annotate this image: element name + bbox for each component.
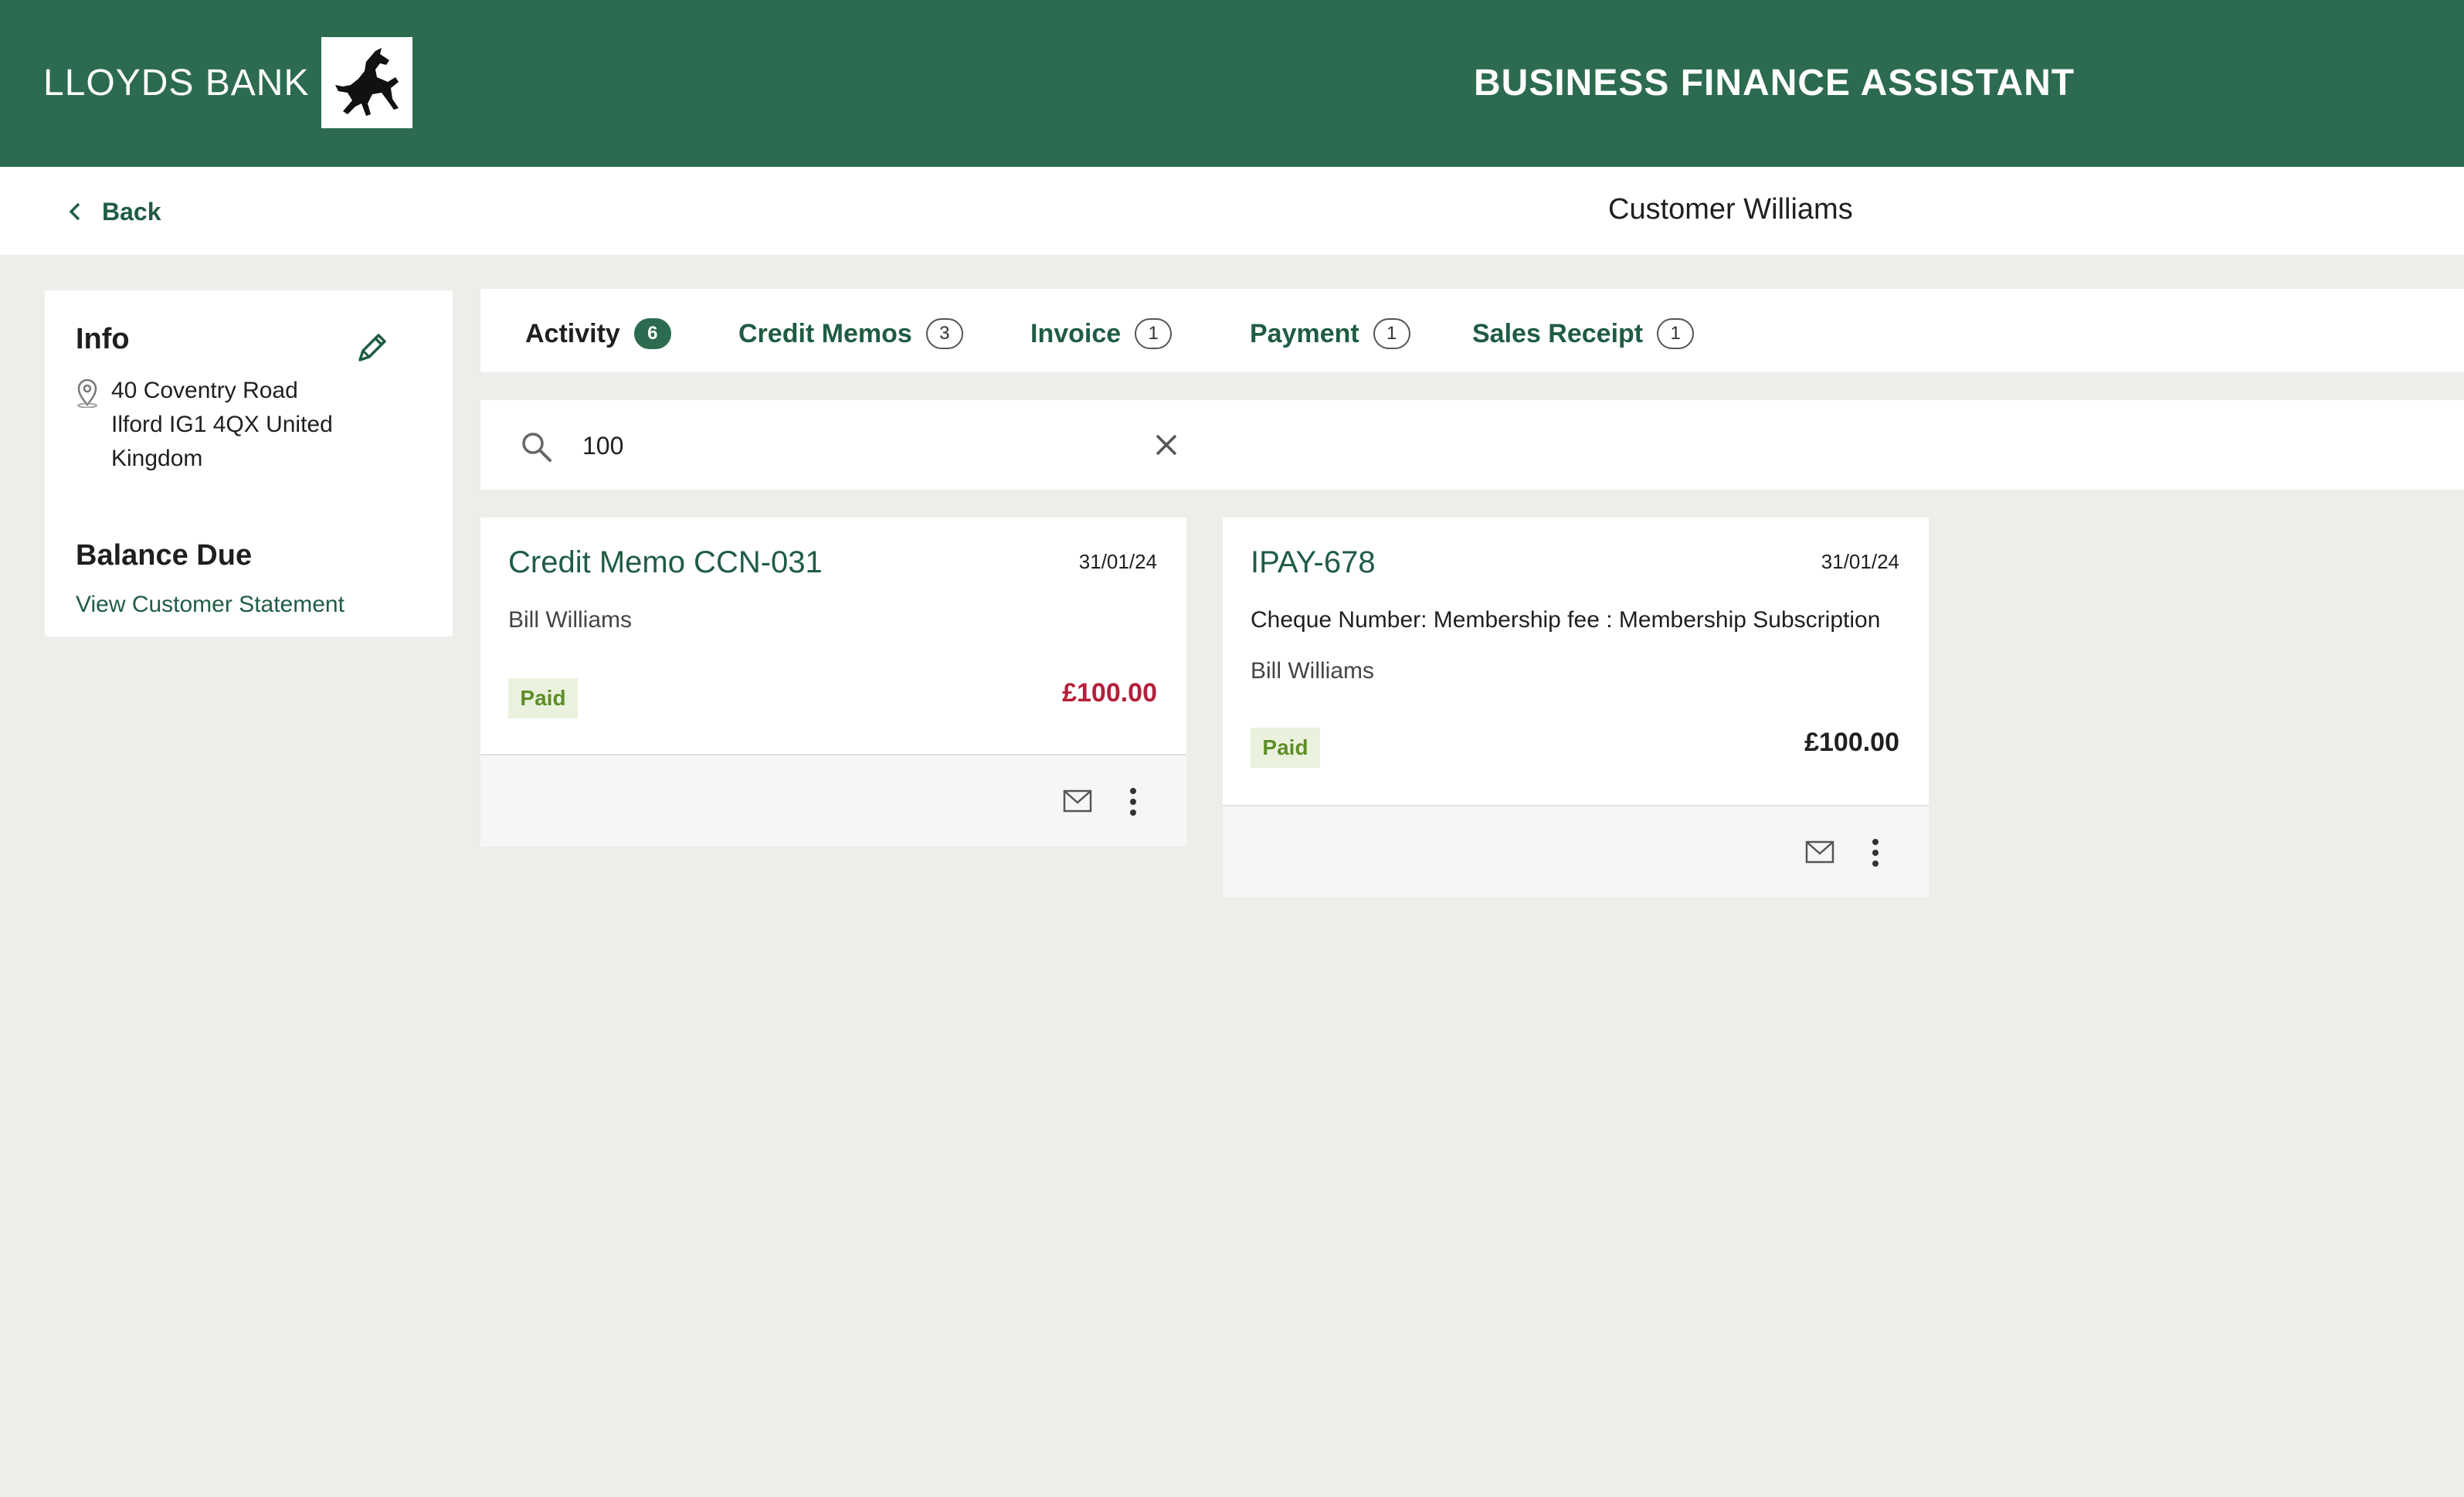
tab-count-badge: 1 xyxy=(1657,318,1695,349)
search-icon xyxy=(522,433,552,462)
activity-card[interactable]: Credit Memo CCN-031 31/01/24 Bill Willia… xyxy=(480,518,1186,847)
tab-label: Invoice xyxy=(1030,318,1122,348)
pencil-icon[interactable] xyxy=(354,329,391,366)
mail-icon[interactable] xyxy=(1063,789,1092,813)
status-badge: Paid xyxy=(508,678,578,718)
tab-sales-receipt[interactable]: Sales Receipt 1 xyxy=(1472,317,1695,351)
page-title: Customer Williams xyxy=(1608,193,1853,226)
card-amount: £100.00 xyxy=(1062,678,1157,708)
tab-count-badge: 6 xyxy=(633,318,671,349)
card-customer: Bill Williams xyxy=(508,607,632,633)
search-bar xyxy=(480,400,2464,490)
more-vertical-icon[interactable] xyxy=(1870,837,1881,868)
activity-card[interactable]: IPAY-678 31/01/24 Cheque Number: Members… xyxy=(1223,518,1929,898)
card-date: 31/01/24 xyxy=(1078,550,1157,573)
status-badge: Paid xyxy=(1251,728,1320,768)
app-title: BUSINESS FINANCE ASSISTANT xyxy=(1474,63,2075,104)
card-customer: Bill Williams xyxy=(1251,658,1374,684)
back-label: Back xyxy=(102,197,161,226)
tab-label: Credit Memos xyxy=(738,318,912,348)
card-description: Cheque Number: Membership fee : Membersh… xyxy=(1251,607,1881,633)
card-date: 31/01/24 xyxy=(1821,550,1899,573)
tab-payment[interactable]: Payment 1 xyxy=(1250,317,1410,351)
more-vertical-icon[interactable] xyxy=(1128,786,1139,817)
balance-due-heading: Balance Due xyxy=(76,539,253,572)
mail-icon[interactable] xyxy=(1805,840,1834,864)
customer-info-panel: Info 40 Coventry Road Ilford IG1 4QX Uni… xyxy=(45,290,453,636)
tab-count-badge: 1 xyxy=(1373,318,1410,349)
sub-header xyxy=(0,167,2464,255)
tab-count-badge: 3 xyxy=(925,318,963,349)
card-footer xyxy=(1223,805,1929,898)
address-line: Kingdom xyxy=(111,446,203,471)
address-line: 40 Coventry Road xyxy=(111,378,298,403)
tab-activity[interactable]: Activity 6 xyxy=(525,317,671,351)
close-icon[interactable] xyxy=(1152,431,1180,459)
brand-name: LLOYDS BANK xyxy=(43,63,310,104)
tab-credit-memos[interactable]: Credit Memos 3 xyxy=(738,317,963,351)
customer-address: 40 Coventry Road Ilford IG1 4QX United K… xyxy=(111,374,374,476)
tab-invoice[interactable]: Invoice 1 xyxy=(1030,317,1173,351)
horse-icon xyxy=(335,48,399,116)
tab-label: Sales Receipt xyxy=(1472,318,1644,348)
location-pin-icon xyxy=(77,378,97,408)
tab-label: Payment xyxy=(1250,318,1359,348)
tab-label: Activity xyxy=(525,318,620,348)
tab-count-badge: 1 xyxy=(1135,318,1173,349)
info-heading: Info xyxy=(76,323,130,355)
search-input[interactable] xyxy=(581,423,816,468)
address-line: Ilford IG1 4QX United xyxy=(111,412,333,437)
card-title[interactable]: IPAY-678 xyxy=(1251,545,1376,580)
card-amount: £100.00 xyxy=(1804,728,1899,757)
card-title[interactable]: Credit Memo CCN-031 xyxy=(508,545,823,580)
app-header: LLOYDS BANK BUSINESS FINANCE ASSISTANT xyxy=(0,0,2464,167)
black-horse-logo xyxy=(321,37,412,128)
card-footer xyxy=(480,754,1186,847)
back-button[interactable]: Back xyxy=(68,195,161,229)
chevron-left-icon xyxy=(69,202,80,221)
view-statement-link[interactable]: View Customer Statement xyxy=(76,592,344,618)
tab-bar: Activity 6 Credit Memos 3 Invoice 1 Paym… xyxy=(480,289,2464,372)
